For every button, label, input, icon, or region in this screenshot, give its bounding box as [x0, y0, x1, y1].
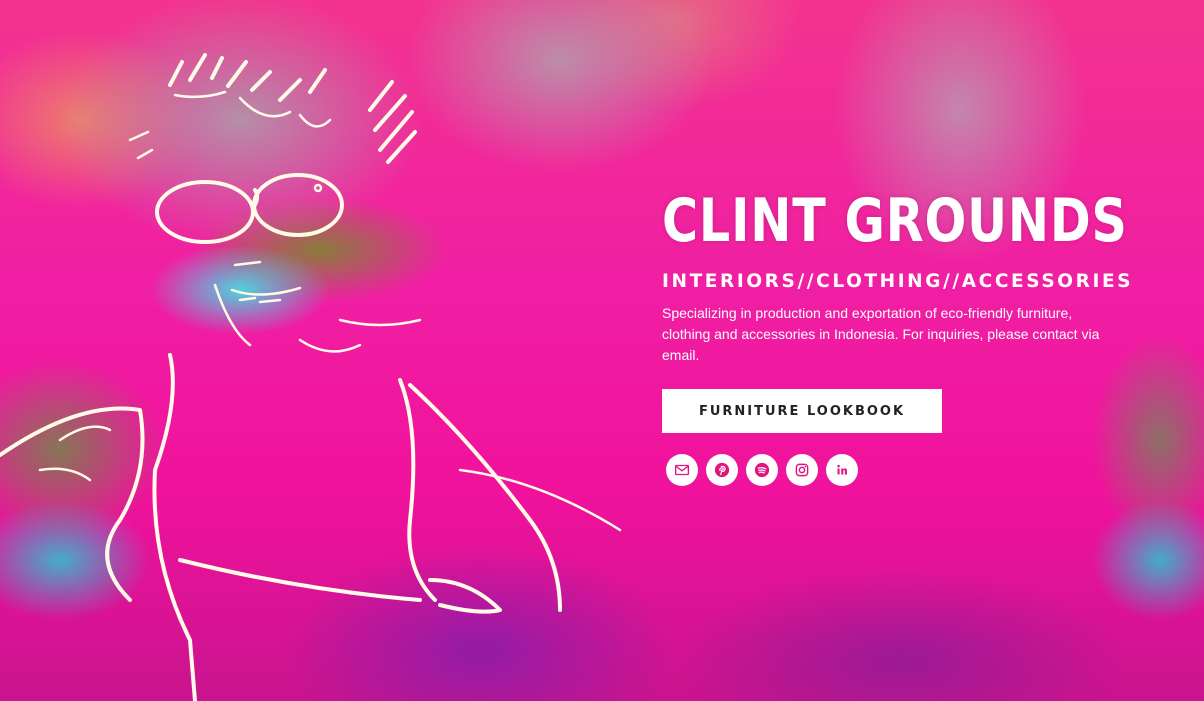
site-title: CLINT GROUNDS: [662, 186, 1128, 256]
hero-content: CLINT GROUNDS INTERIORS//CLOTHING//ACCES…: [662, 180, 1142, 486]
pinterest-link[interactable]: [706, 454, 738, 486]
instagram-link[interactable]: [786, 454, 818, 486]
social-links: [666, 454, 1142, 486]
spotify-icon: [754, 462, 770, 478]
linkedin-icon: [837, 464, 847, 475]
site-description: Specializing in production and exportati…: [662, 305, 1100, 363]
site-tagline: INTERIORS//CLOTHING//ACCESSORIES: [662, 271, 1134, 292]
pinterest-icon: [714, 462, 730, 478]
linkedin-link[interactable]: [826, 454, 858, 486]
email-icon: [674, 464, 690, 476]
email-link[interactable]: [666, 454, 698, 486]
spotify-link[interactable]: [746, 454, 778, 486]
instagram-icon: [795, 463, 809, 477]
furniture-lookbook-button[interactable]: FURNITURE LOOKBOOK: [662, 389, 942, 433]
